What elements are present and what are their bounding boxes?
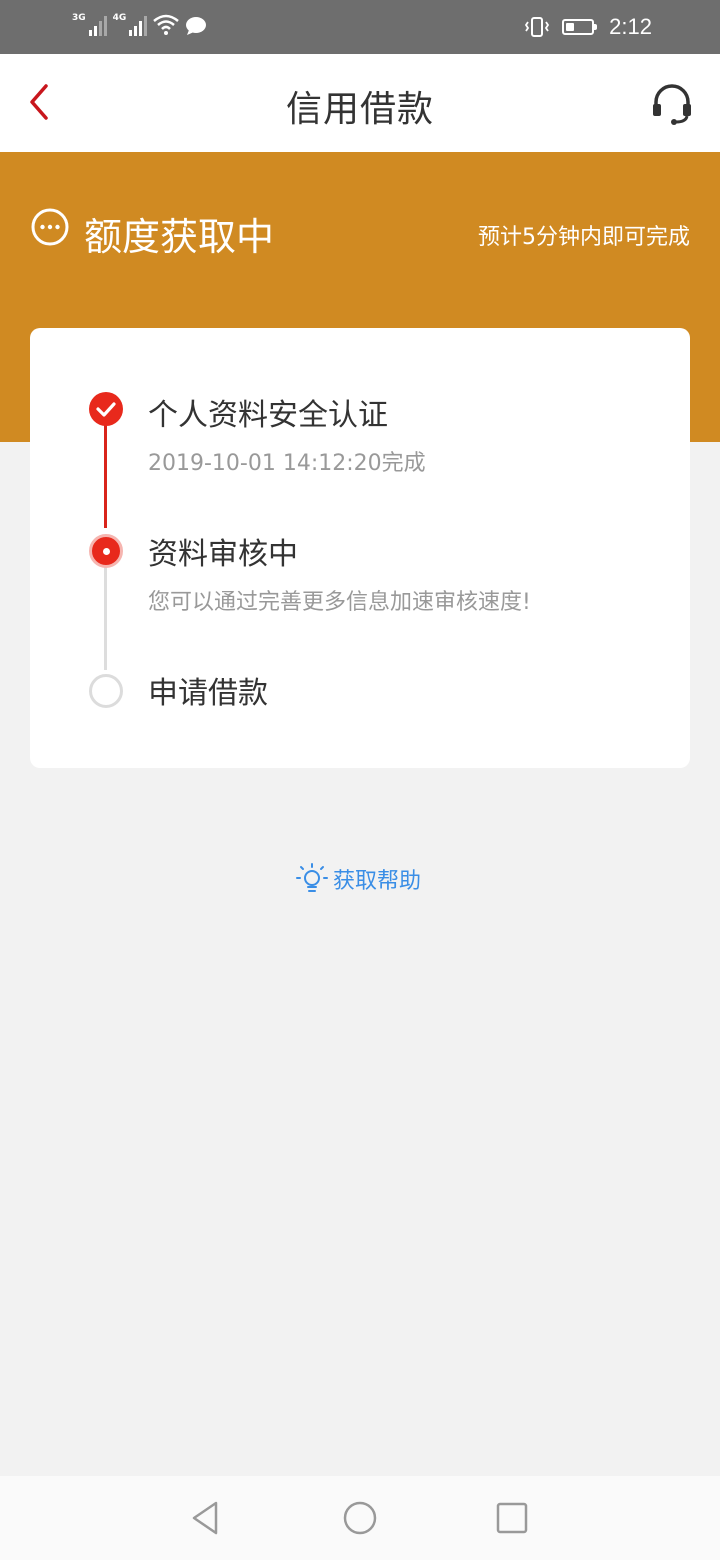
step-active-dot (89, 534, 123, 568)
signal-icon (129, 14, 148, 36)
check-icon (96, 402, 116, 417)
system-nav-bar (0, 1476, 720, 1560)
step-pending-dot (89, 674, 123, 708)
headset-icon[interactable] (650, 82, 694, 126)
nav-home-icon[interactable] (340, 1498, 380, 1538)
step-subtitle-2: 您可以通过完善更多信息加速审核速度! (148, 590, 531, 615)
status-hint: 预计5分钟内即可完成 (478, 225, 690, 250)
vibrate-icon (524, 17, 550, 37)
nav-recents-icon[interactable] (492, 1498, 532, 1538)
network-label-4g: 4G (112, 13, 127, 23)
network-label-3g: 3G (72, 13, 86, 23)
step-title-3: 申请借款 (148, 676, 268, 711)
more-circle-icon (31, 208, 69, 246)
get-help-label: 获取帮助 (333, 869, 422, 894)
progress-line-done (104, 416, 107, 528)
page-title: 信用借款 (285, 89, 434, 130)
app-header: 信用借款 (0, 54, 720, 152)
lightbulb-icon (296, 863, 328, 892)
progress-line-pending (104, 564, 107, 670)
message-icon (186, 17, 207, 35)
wifi-icon (153, 14, 180, 35)
signal-icon (88, 14, 107, 36)
status-time: 2:12 (609, 14, 652, 39)
step-title-2: 资料审核中 (148, 537, 298, 572)
nav-back-icon[interactable] (186, 1498, 226, 1538)
step-subtitle-1: 2019-10-01 14:12:20完成 (148, 451, 426, 476)
signal-3g: 3G (72, 14, 107, 36)
step-title-1: 个人资料安全认证 (148, 398, 388, 433)
progress-card: 个人资料安全认证 2019-10-01 14:12:20完成 资料审核中 您可以… (30, 328, 690, 768)
status-bar: 3G 4G 2:12 (0, 0, 720, 54)
battery-icon (562, 19, 597, 35)
status-icons-left: 3G 4G (72, 14, 207, 36)
get-help-link[interactable]: 获取帮助 (295, 862, 421, 896)
status-title: 额度获取中 (84, 215, 275, 259)
signal-4g: 4G (113, 14, 148, 36)
step-done-dot (89, 392, 123, 426)
